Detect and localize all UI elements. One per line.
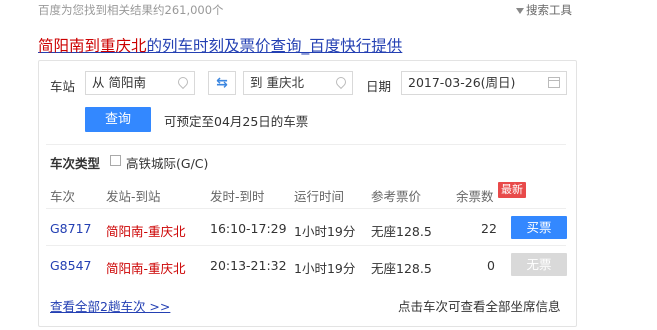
- date-value: 2017-03-26(周日): [408, 75, 516, 90]
- divider: [46, 144, 566, 145]
- location-pin-icon: [175, 74, 191, 90]
- price-cell: 无座128.5: [371, 261, 432, 276]
- new-badge: 最新: [498, 182, 526, 198]
- header-price: 参考票价: [371, 189, 422, 204]
- route-cell: 简阳南-重庆北: [106, 224, 186, 239]
- times-cell: 16:10-17:29: [210, 221, 287, 236]
- header-duration: 运行时间: [294, 189, 345, 204]
- duration-cell: 1小时19分: [294, 261, 356, 276]
- header-train: 车次: [50, 189, 76, 204]
- price-cell: 无座128.5: [371, 224, 432, 239]
- query-button[interactable]: 查询: [85, 107, 151, 132]
- filter-icon: [516, 7, 524, 14]
- to-station-input[interactable]: 到 重庆北: [243, 71, 353, 95]
- route-cell: 简阳南-重庆北: [106, 261, 186, 276]
- result-title-link[interactable]: 简阳南到重庆北的列车时刻及票价查询_百度快行提供: [38, 34, 402, 56]
- date-input[interactable]: 2017-03-26(周日): [401, 71, 567, 95]
- remaining-cell: 0: [487, 258, 495, 273]
- advance-booking-note: 可预定至04月25日的车票: [164, 114, 309, 129]
- search-tools-button[interactable]: 搜索工具: [516, 2, 572, 18]
- duration-cell: 1小时19分: [294, 224, 356, 239]
- swap-stations-button[interactable]: ⇆: [208, 71, 236, 95]
- row-divider: [46, 245, 566, 246]
- title-rest: 的列车时刻及票价查询_百度快行提供: [146, 37, 403, 55]
- row-divider: [46, 208, 566, 209]
- view-all-trains-link[interactable]: 查看全部2趟车次 >>: [50, 296, 170, 315]
- search-tools-label: 搜索工具: [526, 3, 572, 17]
- result-count: 百度为您找到相关结果约261,000个: [38, 3, 224, 17]
- title-highlight-from: 简阳南: [38, 37, 85, 55]
- title-highlight-to: 重庆北: [100, 37, 147, 55]
- seat-info-hint: 点击车次可查看全部坐席信息: [398, 299, 561, 314]
- train-type-label: 车次类型: [50, 156, 101, 171]
- header-remaining: 余票数: [456, 189, 494, 204]
- gc-filter-checkbox[interactable]: [110, 155, 121, 166]
- times-cell: 20:13-21:32: [210, 258, 287, 273]
- to-station-value: 到 重庆北: [250, 75, 304, 90]
- remaining-cell: 22: [481, 221, 497, 236]
- from-station-value: 从 简阳南: [92, 75, 146, 90]
- calendar-icon: [548, 77, 560, 88]
- title-connector: 到: [84, 37, 101, 55]
- train-number-link[interactable]: G8717: [50, 221, 92, 236]
- buy-ticket-button[interactable]: 买票: [511, 216, 567, 239]
- gc-filter-label[interactable]: 高铁城际(G/C): [126, 153, 208, 172]
- date-label: 日期: [366, 79, 392, 94]
- swap-icon: ⇆: [216, 75, 228, 91]
- train-number-link[interactable]: G8547: [50, 258, 92, 273]
- header-times: 发时-到时: [210, 189, 265, 204]
- station-label: 车站: [50, 79, 76, 94]
- location-pin-icon: [333, 74, 349, 90]
- from-station-input[interactable]: 从 简阳南: [85, 71, 195, 95]
- sold-out-button: 无票: [511, 253, 567, 276]
- header-route: 发站-到站: [106, 189, 161, 204]
